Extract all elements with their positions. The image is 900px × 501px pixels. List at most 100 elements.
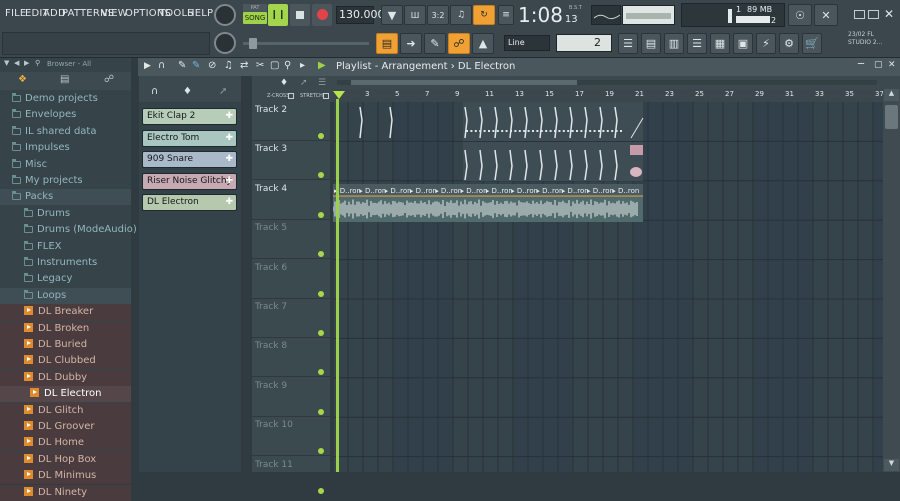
track-mute-led[interactable] [318,133,324,139]
browser-folder[interactable]: Packs [0,189,131,206]
delete-tool-icon[interactable]: ⊘ [208,60,216,71]
browser-pattern-item[interactable]: DL Dubby [0,369,131,386]
shop-icon[interactable]: 🛒 [802,33,822,54]
channel-item[interactable]: Electro Tom ✚ [142,129,237,147]
arrow-tool-icon[interactable]: ➜ [400,33,422,54]
mute-tool-icon[interactable]: ♫ [224,60,233,71]
track-mute-led[interactable] [318,408,324,415]
browser-pattern-item[interactable]: DL Glitch [0,402,131,419]
track-header-row[interactable]: Track 6 [252,260,330,299]
picker-automation-icon[interactable]: ➚ [219,86,227,97]
close-window-icon[interactable]: ✕ [884,7,894,21]
piano-roll-mode-icon[interactable]: ▤ [376,33,398,54]
countdown-icon[interactable]: 3:2 [427,5,449,25]
track-mute-led[interactable] [318,369,324,376]
browser-forward-icon[interactable]: ▶ [24,59,29,67]
slice-tool-icon[interactable]: ✂ [256,60,264,71]
browser-pattern-item[interactable]: DL Home [0,435,131,452]
playlist-grid[interactable]: ▸ D..ron ▸ D..ron ▸ D..ron ▸ D..ron ▸ D..ron… [333,102,883,472]
track-header-row[interactable]: Track 10 [252,417,330,457]
vertical-scrollbar[interactable]: ▲ ▼ [883,89,900,472]
browser-subfolder[interactable]: Legacy [0,271,131,287]
menu-file[interactable]: FILE [5,8,26,19]
track-header-row[interactable]: Track 8 [252,338,330,378]
browser-subfolder[interactable]: FLEX [0,239,131,255]
wait-for-input-icon[interactable]: Ш [404,5,426,25]
track-header-menu-icon[interactable]: ☰ [318,78,326,88]
track-mute-led[interactable] [318,290,324,297]
channel-rack-icon[interactable]: ▥ [664,33,684,54]
browser-subfolder[interactable]: Drums (ModeAudio) [0,222,137,238]
track-mute-led[interactable] [318,251,324,258]
browser-pattern-item[interactable]: DL Electron [0,386,131,403]
step-edit-icon[interactable]: ♫ [450,5,472,25]
playlist-close-icon[interactable]: ✕ [888,60,896,70]
browser-folder[interactable]: Demo projects [0,91,131,107]
browser-pattern-item[interactable]: DL Ninety [0,484,131,501]
magnet-icon[interactable]: ∩ [158,60,165,71]
track-header-row[interactable]: Track 5 [252,220,330,260]
track-header-row[interactable]: Track 4 [252,181,330,220]
browser-folder[interactable]: IL shared data [0,124,131,140]
browser-plugins-tab-icon[interactable]: ☍ [104,74,114,85]
browser-pattern-item[interactable]: DL Minimus [0,468,131,485]
menu-help[interactable]: HELP [187,8,213,19]
browser-search-icon[interactable]: ⚲ [35,59,40,67]
channel-item[interactable]: Riser Noise Glitchy ✚ [142,172,237,190]
stop-button[interactable] [290,4,310,26]
channel-item[interactable]: Ekit Clap 2 ✚ [142,108,237,125]
track-mute-led[interactable] [318,330,324,336]
browser-menu-icon[interactable]: ▼ [4,59,9,67]
master-volume-slider[interactable] [243,38,369,49]
playlist-icon[interactable]: ☰ [618,33,638,54]
master-pitch-knob[interactable] [214,32,236,54]
browser-subfolder[interactable]: Loops [0,287,131,304]
track-header-audio-icon[interactable]: ♦ [280,78,288,88]
playhead-marker[interactable] [333,91,345,99]
browser-pattern-item[interactable]: DL Broken [0,320,131,337]
master-volume-knob[interactable] [214,4,236,26]
browser-subfolder[interactable]: Instruments [0,255,131,271]
browser-subfolder[interactable]: Drums [0,206,131,222]
browser-pattern-item[interactable]: DL Hop Box [0,451,131,468]
speaker-icon[interactable]: ▶ [318,60,326,71]
track-mute-led[interactable] [318,487,324,494]
browser-folder[interactable]: Envelopes [0,107,131,123]
picker-piano-icon[interactable]: ∩ [151,86,158,97]
playlist-menu-icon[interactable]: ▶ [144,61,151,71]
link-icon[interactable]: ☍ [448,33,470,54]
mixer-icon[interactable]: ☰ [687,33,707,54]
zoom-tool-icon[interactable]: ⚲ [284,60,291,71]
track-header-auto-icon[interactable]: ➚ [300,78,308,88]
mixer-menu-icon[interactable]: ≡ [498,5,514,25]
browser-back-icon[interactable]: ◀ [14,59,19,67]
track-header-row[interactable]: Track 7 [252,299,330,338]
record-button[interactable] [312,4,332,26]
stretch-checkbox[interactable] [323,93,329,99]
browser-pattern-item[interactable]: DL Clubbed [0,353,131,370]
tempo-display[interactable]: 130.000 [336,6,385,24]
browser-folder[interactable]: Misc [0,157,131,173]
browser-pattern-item[interactable]: DL Breaker [0,304,131,321]
slip-tool-icon[interactable]: ⇄ [240,60,248,71]
playlist-overview[interactable] [333,76,900,89]
track-header-row[interactable]: Track 11 [252,457,330,496]
channel-item[interactable]: 909 Snare ✚ [142,151,237,168]
browser-icon[interactable]: ▣ [733,33,753,54]
plugin-picker-icon[interactable]: ▦ [710,33,730,54]
zcross-checkbox[interactable] [288,93,294,99]
online-icon[interactable]: ☉ [788,4,812,26]
select-tool-icon[interactable]: ▢ [270,60,279,71]
track-mute-led[interactable] [318,211,324,218]
browser-folder[interactable]: My projects [0,173,131,189]
snap-selector[interactable]: Line [504,35,550,51]
track-mute-led[interactable] [318,448,324,455]
play-button[interactable]: ❙❙ [268,4,288,26]
menu-view[interactable]: VIEW [101,8,128,19]
playback-tool-icon[interactable]: ▸ [300,60,305,71]
metronome-icon[interactable]: ▼ [381,5,403,25]
timeline-ruler[interactable]: 3 5 7 9 11 13 15 17 19 21 23 25 27 29 31 33 35 37 [333,89,884,102]
browser-all-tab-icon[interactable]: ❖ [18,74,27,85]
tempo-tapper-icon[interactable]: ⚙ [779,33,799,54]
plugin-icon[interactable]: ⚡ [756,33,776,54]
